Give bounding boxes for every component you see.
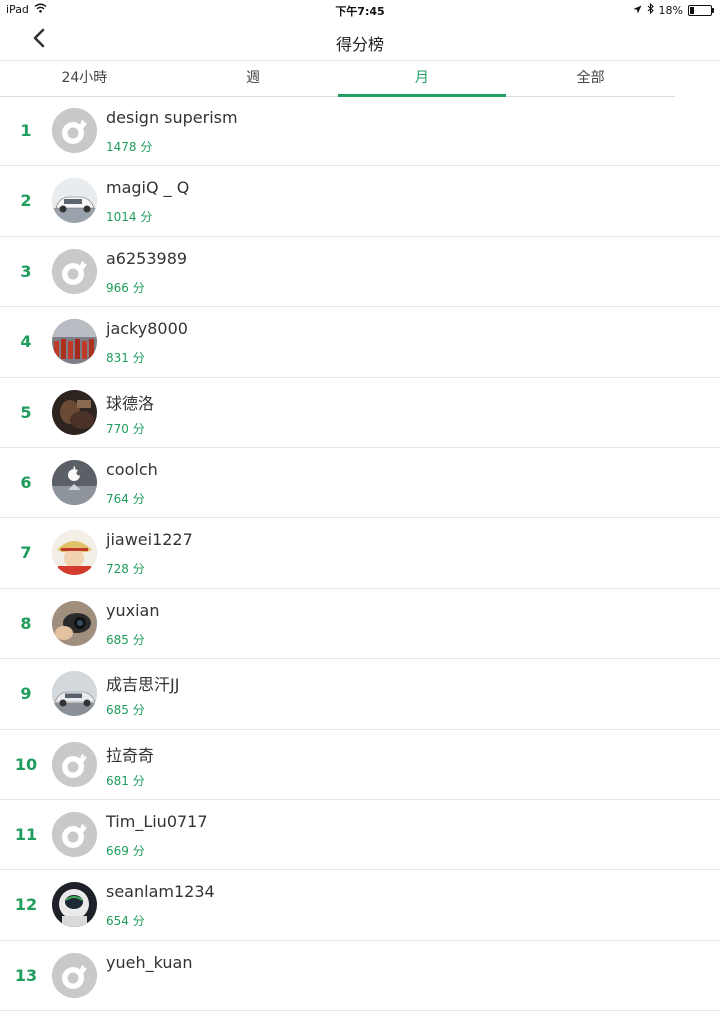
tab-month[interactable]: 月	[337, 61, 507, 97]
avatar[interactable]	[52, 671, 97, 717]
page-title: 得分榜	[335, 35, 384, 54]
status-right: 18%	[633, 2, 714, 17]
leaderboard-row[interactable]: 2 magiQ _ Q 1014 分	[0, 166, 720, 237]
user-score: 764 分	[106, 491, 145, 506]
default-avatar-icon[interactable]	[52, 741, 97, 787]
default-avatar-icon[interactable]	[52, 248, 97, 294]
rank-number: 9	[20, 684, 32, 704]
rank-number: 1	[20, 121, 32, 140]
leaderboard-row[interactable]: 10 拉奇奇 681 分	[0, 730, 720, 800]
user-score: 669 分	[106, 843, 145, 858]
user-name: yueh_kuan	[106, 952, 193, 972]
rank-number: 8	[20, 613, 32, 633]
leaderboard-row[interactable]: 3 a6253989 966 分	[0, 237, 720, 308]
status-time: 下午7:45	[335, 5, 385, 18]
avatar[interactable]	[52, 530, 97, 576]
tab-24-hours[interactable]: 24小時	[0, 61, 169, 96]
avatar[interactable]	[52, 178, 97, 224]
leaderboard-list: 1 design superism 1478 分 2 magiQ _ Q 1014 分 3 a…	[0, 96, 720, 1011]
rank-number: 3	[20, 261, 32, 281]
rank-number: 4	[20, 332, 32, 352]
avatar[interactable]	[52, 600, 97, 646]
user-score: 685 分	[106, 703, 145, 718]
avatar[interactable]	[52, 319, 97, 365]
user-name: jiawei1227	[106, 530, 193, 550]
rank-number: 13	[14, 965, 38, 985]
rank-number: 11	[14, 824, 38, 844]
battery-icon	[688, 4, 714, 16]
rank-number: 5	[20, 402, 32, 422]
user-score: 654 分	[106, 914, 145, 929]
user-name: 成吉思汗JJ	[106, 675, 180, 695]
user-name: seanlam1234	[106, 882, 215, 902]
leaderboard-row[interactable]: 13 yueh_kuan	[0, 941, 720, 1011]
tab-week[interactable]: 週	[169, 61, 338, 96]
user-name: magiQ _ Q	[106, 178, 190, 198]
rank-number: 12	[14, 895, 38, 915]
user-score: 681 分	[106, 773, 145, 788]
rank-number: 7	[20, 543, 32, 563]
user-score: 770 分	[106, 421, 145, 436]
avatar[interactable]	[52, 882, 97, 928]
battery-level	[690, 6, 694, 14]
user-name: design superism	[106, 108, 238, 127]
user-name: 球德洛	[106, 393, 155, 413]
default-avatar-icon[interactable]	[52, 952, 97, 998]
avatar[interactable]	[52, 459, 97, 505]
leaderboard-row[interactable]: 4 jacky8000 831 分	[0, 307, 720, 378]
status-bar: iPad 下午7:45 18%	[0, 0, 720, 20]
leaderboard-row[interactable]: 7 jiawei1227 728 分	[0, 518, 720, 589]
user-score: 831 分	[106, 351, 145, 366]
user-score: 966 分	[106, 280, 145, 295]
bluetooth-icon	[647, 2, 654, 17]
location-arrow-icon	[633, 4, 642, 17]
user-score: 1478 分	[106, 140, 153, 154]
leaderboard-row[interactable]: 11 Tim_Liu0717 669 分	[0, 800, 720, 871]
leaderboard-row[interactable]: 8 yuxian 685 分	[0, 589, 720, 660]
leaderboard-row[interactable]: 9 成吉思汗JJ 685 分	[0, 659, 720, 730]
tab-all[interactable]: 全部	[506, 61, 675, 96]
nav-bar: 得分榜	[0, 20, 720, 60]
leaderboard-row[interactable]: 1 design superism 1478 分	[0, 96, 720, 167]
rank-number: 10	[14, 754, 38, 774]
leaderboard-row[interactable]: 6 coolch 764 分	[0, 448, 720, 519]
user-name: Tim_Liu0717	[106, 811, 208, 831]
user-score: 1014 分	[106, 210, 153, 225]
user-score: 685 分	[106, 632, 145, 647]
leaderboard-row[interactable]: 12 seanlam1234 654 分	[0, 870, 720, 941]
avatar[interactable]	[52, 389, 97, 435]
rank-number: 6	[20, 472, 32, 492]
default-avatar-icon[interactable]	[52, 108, 97, 153]
user-name: yuxian	[106, 600, 160, 620]
battery-percent: 18%	[658, 3, 683, 17]
user-name: 拉奇奇	[106, 745, 155, 765]
default-avatar-icon[interactable]	[52, 811, 97, 857]
user-name: jacky8000	[106, 319, 188, 339]
user-score: 728 分	[106, 562, 145, 577]
leaderboard-row[interactable]: 5 球德洛 770 分	[0, 378, 720, 448]
user-name: coolch	[106, 459, 158, 479]
rank-number: 2	[20, 191, 32, 211]
user-name: a6253989	[106, 248, 188, 268]
period-tabs: 24小時 週 月 全部	[0, 60, 720, 97]
